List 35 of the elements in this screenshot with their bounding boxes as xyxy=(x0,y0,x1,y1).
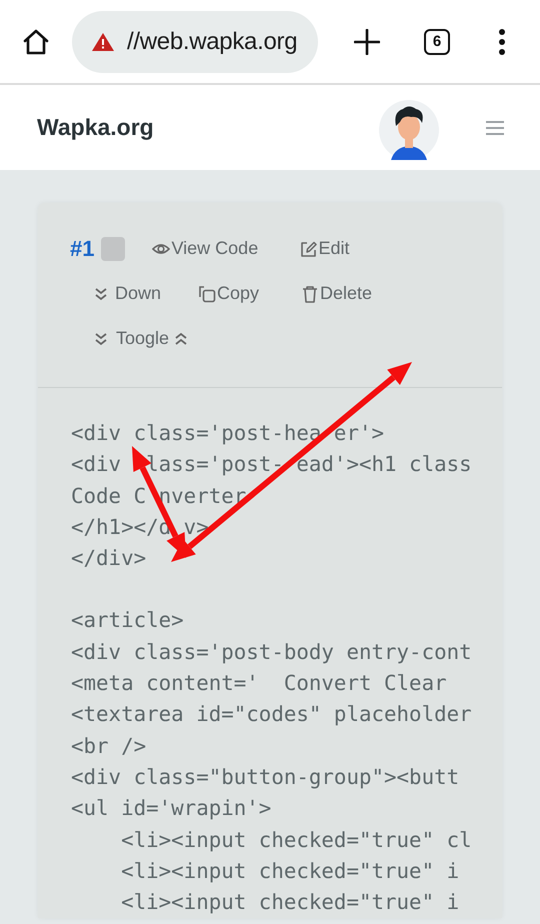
action-button[interactable]: View Code xyxy=(152,238,300,259)
avatar[interactable] xyxy=(379,100,439,160)
code-line: <div class="button-group"><butt xyxy=(71,764,460,791)
action-button[interactable]: Copy xyxy=(198,283,301,304)
url-text: //web.wapka.org xyxy=(127,28,298,56)
menu-icon[interactable] xyxy=(498,28,506,56)
code-line: <li><input checked="true" cl xyxy=(120,826,473,854)
code-line: <li><input checked="true" i xyxy=(120,858,460,885)
action-button[interactable]: Delete xyxy=(301,283,372,304)
trash-icon xyxy=(301,284,319,302)
checkbox[interactable] xyxy=(101,236,126,260)
tab-switcher-button[interactable]: 6 xyxy=(424,28,450,54)
code-line: </div> xyxy=(71,545,148,572)
code-line: <div lass='post- ead'><h1 class xyxy=(71,451,473,478)
code-line: <meta content=' Convert Clear xyxy=(71,670,448,698)
code-line: </h1></d v> xyxy=(71,514,210,541)
code-line: <div class='post-body entry-cont xyxy=(71,638,473,666)
new-tab-icon[interactable] xyxy=(354,28,380,54)
address-bar[interactable]: //web.wapka.org xyxy=(72,10,318,72)
site-title[interactable]: Wapka.org xyxy=(37,114,154,141)
pencil-square-icon xyxy=(299,240,318,258)
warning-icon xyxy=(91,32,115,52)
code-line: <article> xyxy=(71,607,185,634)
code-line: <textarea id="codes" placeholder xyxy=(71,701,473,728)
action-button[interactable]: Edit xyxy=(299,238,350,259)
home-icon[interactable] xyxy=(22,28,50,56)
post-number: #1 xyxy=(70,236,94,262)
code-line: <br /> xyxy=(71,732,148,760)
code-line: Code C nverter xyxy=(71,482,248,510)
code-line: <li><input checked="true" i xyxy=(120,889,460,916)
code-line: <ul id='wrapin'> xyxy=(71,795,272,822)
code-line: <div class='post-hea er'> xyxy=(71,420,386,447)
copy-icon xyxy=(198,284,216,302)
toggle-button[interactable]: Toogle xyxy=(92,328,192,349)
action-button[interactable]: Down xyxy=(92,283,198,304)
